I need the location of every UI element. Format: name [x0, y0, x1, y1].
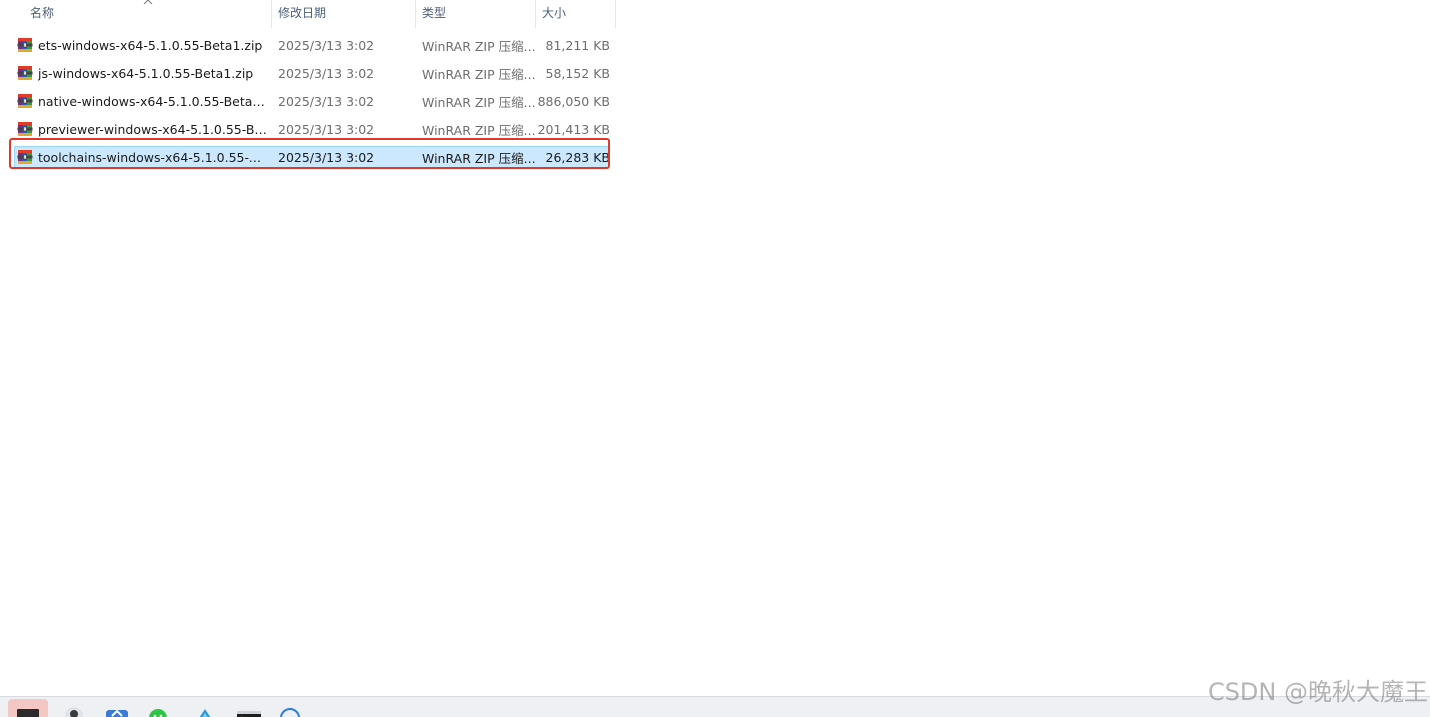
user-avatar-icon [65, 707, 83, 717]
file-name-cell: js-windows-x64-5.1.0.55-Beta1.zip [0, 65, 272, 81]
taskbar-app-2[interactable] [60, 700, 90, 717]
column-header-name[interactable]: 名称 [0, 0, 272, 28]
file-name-cell: native-windows-x64-5.1.0.55-Beta1.zip [0, 93, 272, 109]
triangle-app-icon [199, 709, 211, 717]
blue-app-icon [106, 709, 128, 717]
column-header-size-label: 大小 [542, 6, 567, 20]
file-type: WinRAR ZIP 压缩... [422, 66, 536, 82]
file-row-selected[interactable]: toolchains-windows-x64-5.1.0.55-Bet... 2… [0, 143, 616, 171]
file-date: 2025/3/13 3:02 [278, 37, 375, 53]
file-explorer-list: 名称 修改日期 类型 大小 ets-windows-x64-5.1.0.55-B… [0, 0, 1430, 696]
column-header-date-label: 修改日期 [278, 6, 327, 20]
file-date: 2025/3/13 3:02 [278, 121, 375, 137]
column-header-row: 名称 修改日期 类型 大小 [0, 0, 616, 28]
column-header-name-label: 名称 [30, 6, 55, 20]
file-list: ets-windows-x64-5.1.0.55-Beta1.zip 2025/… [0, 31, 616, 171]
taskbar-active-app[interactable] [8, 699, 48, 717]
file-name-cell: toolchains-windows-x64-5.1.0.55-Bet... [0, 149, 272, 165]
file-date: 2025/3/13 3:02 [278, 149, 375, 165]
file-row[interactable]: ets-windows-x64-5.1.0.55-Beta1.zip 2025/… [0, 31, 616, 59]
taskbar-app-6[interactable] [234, 700, 264, 717]
console-window-icon [237, 711, 261, 717]
column-header-type[interactable]: 类型 [416, 0, 536, 28]
file-name-cell: previewer-windows-x64-5.1.0.55-Beta... [0, 121, 272, 137]
winrar-archive-icon [17, 150, 33, 164]
taskbar-app-7[interactable] [276, 700, 306, 717]
file-row[interactable]: native-windows-x64-5.1.0.55-Beta1.zip 20… [0, 87, 616, 115]
file-date: 2025/3/13 3:02 [278, 93, 375, 109]
file-row[interactable]: previewer-windows-x64-5.1.0.55-Beta... 2… [0, 115, 616, 143]
file-type: WinRAR ZIP 压缩... [422, 150, 536, 166]
file-date: 2025/3/13 3:02 [278, 65, 375, 81]
browser-circle-icon [280, 708, 300, 717]
file-name: js-windows-x64-5.1.0.55-Beta1.zip [38, 65, 254, 81]
winrar-archive-icon [17, 66, 33, 80]
sort-up-chevron-icon [143, 0, 153, 5]
taskbar-app-5[interactable] [190, 700, 220, 717]
csdn-watermark: CSDN @晚秋大魔王 [1207, 678, 1428, 706]
file-size: 58,152 KB [545, 65, 610, 81]
column-header-date[interactable]: 修改日期 [272, 0, 416, 28]
file-type: WinRAR ZIP 压缩... [422, 122, 536, 138]
file-name: previewer-windows-x64-5.1.0.55-Beta... [38, 121, 268, 137]
file-name: ets-windows-x64-5.1.0.55-Beta1.zip [38, 37, 263, 53]
file-name: toolchains-windows-x64-5.1.0.55-Bet... [38, 149, 268, 165]
file-type: WinRAR ZIP 压缩... [422, 94, 536, 110]
winrar-archive-icon [17, 122, 33, 136]
file-size: 26,283 KB [545, 149, 610, 165]
file-row[interactable]: js-windows-x64-5.1.0.55-Beta1.zip 2025/3… [0, 59, 616, 87]
taskbar-app-4[interactable] [144, 700, 174, 717]
winrar-archive-icon [17, 94, 33, 108]
terminal-app-icon [17, 709, 39, 717]
file-type: WinRAR ZIP 压缩... [422, 38, 536, 54]
column-header-type-label: 类型 [422, 6, 447, 20]
file-size: 81,211 KB [545, 37, 610, 53]
file-name: native-windows-x64-5.1.0.55-Beta1.zip [38, 93, 268, 109]
winrar-archive-icon [17, 38, 33, 52]
file-size: 201,413 KB [537, 121, 610, 137]
file-name-cell: ets-windows-x64-5.1.0.55-Beta1.zip [0, 37, 272, 53]
green-chat-icon [149, 709, 167, 717]
file-size: 886,050 KB [537, 93, 610, 109]
taskbar-app-3[interactable] [102, 700, 132, 717]
column-header-size[interactable]: 大小 [536, 0, 616, 28]
